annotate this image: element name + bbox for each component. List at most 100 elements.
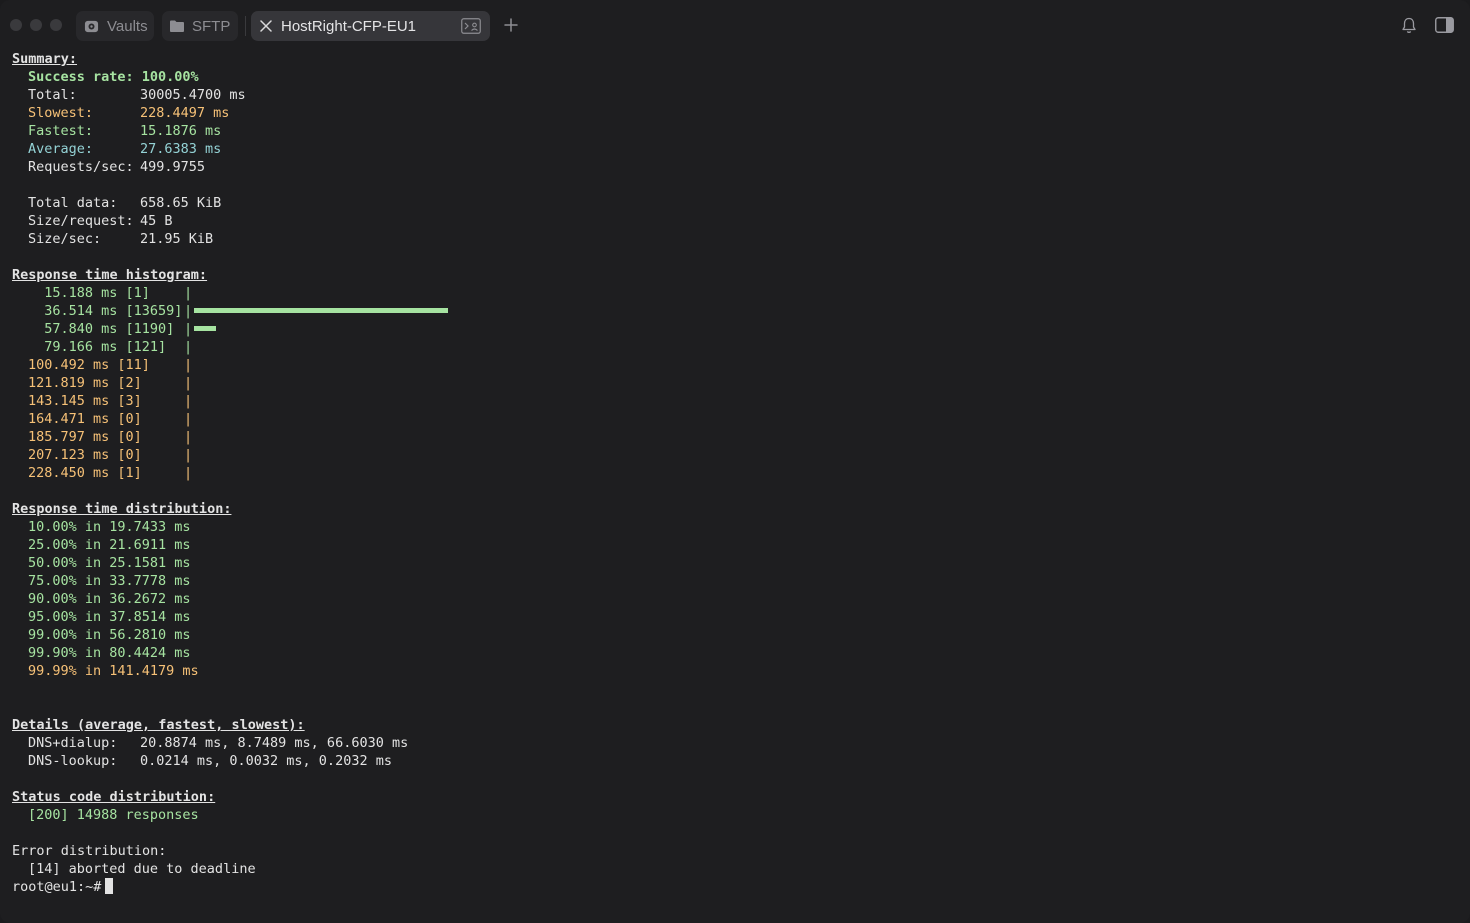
new-tab-plus-icon[interactable] (502, 16, 520, 34)
details-dns-dialup: DNS+dialup: 20.8874 ms, 8.7489 ms, 66.603… (12, 734, 1458, 752)
summary-fastest-label: Fastest: (28, 123, 94, 139)
summary-size-request-value: 45 B (140, 213, 173, 229)
summary-average: Average: 27.6383 ms (12, 140, 1458, 158)
details-dns-lookup-label: DNS-lookup: (28, 753, 118, 769)
histogram-row: 228.450 ms [1] | (12, 464, 1458, 482)
summary-rps-value: 499.9755 (140, 159, 206, 175)
histogram-row: 121.819 ms [2] | (12, 374, 1458, 392)
distribution-row: 50.00% in 25.1581 ms (28, 555, 191, 571)
histogram-bar (194, 325, 217, 331)
details-heading: Details (average, fastest, slowest): (12, 717, 305, 733)
zoom-window-button[interactable] (50, 19, 62, 31)
close-window-button[interactable] (10, 19, 22, 31)
tab-divider (245, 16, 246, 36)
summary-rps: Requests/sec: 499.9755 (12, 158, 1458, 176)
summary-rps-label: Requests/sec: (28, 159, 134, 175)
vault-icon (84, 20, 99, 32)
histogram-axis-tick: | (184, 393, 193, 409)
histogram-bar (194, 307, 449, 313)
bell-icon[interactable] (1401, 17, 1417, 34)
status-heading: Status code distribution: (12, 789, 216, 805)
tab-sftp-label: SFTP (192, 17, 231, 35)
histogram-axis-tick: | (184, 357, 193, 373)
histogram-row: 207.123 ms [0] | (12, 446, 1458, 464)
summary-size-sec-value: 21.95 KiB (140, 231, 214, 247)
histogram-row-label: 100.492 ms [11] (28, 357, 183, 373)
histogram-axis-tick: | (184, 303, 193, 319)
prompt-text: root@eu1:~# (12, 879, 102, 895)
histogram-row: 79.166 ms [121] | (12, 338, 1458, 356)
summary-average-label: Average: (28, 141, 94, 157)
histogram-row: 15.188 ms [1] | (12, 284, 1458, 302)
histogram: 15.188 ms [1] | 36.514 ms [13659] | 57.8… (12, 284, 1458, 482)
folder-icon (170, 20, 184, 32)
tab-hostright-cfp-eu1[interactable]: HostRight-CFP-EU1 (251, 11, 490, 41)
distribution-heading: Response time distribution: (12, 501, 232, 517)
distribution-row: 75.00% in 33.7778 ms (28, 573, 191, 589)
terminal-window: Vaults SFTP HostRight-CFP-EU1 Summary: S… (0, 0, 1470, 923)
text-cursor (105, 877, 114, 894)
histogram-row: 164.471 ms [0] | (12, 410, 1458, 428)
summary-total: Total: 30005.4700 ms (12, 86, 1458, 104)
terminal-output[interactable]: Summary: Success rate: 100.00% Total: 300… (12, 50, 1458, 923)
details-dns-lookup: DNS-lookup: 0.0214 ms, 0.0032 ms, 0.2032 … (12, 752, 1458, 770)
histogram-axis-tick: | (184, 339, 193, 355)
histogram-row-label: 57.840 ms [1190] (28, 321, 191, 337)
distribution-list: 10.00% in 19.7433 ms 25.00% in 21.6911 ms… (12, 518, 1458, 680)
details-dns-dialup-label: DNS+dialup: (28, 735, 118, 751)
error-row: [14] aborted due to deadline (28, 861, 256, 877)
tab-host-label: HostRight-CFP-EU1 (281, 17, 417, 35)
histogram-axis-tick: | (184, 465, 193, 481)
histogram-axis-tick: | (184, 321, 193, 337)
summary-fastest-value: 15.1876 ms (140, 123, 222, 139)
summary-heading: Summary: (12, 51, 78, 67)
sidebar-toggle-icon[interactable] (1435, 17, 1454, 33)
distribution-row: 99.99% in 141.4179 ms (28, 663, 199, 679)
histogram-row-label: 164.471 ms [0] (28, 411, 183, 427)
distribution-row: 10.00% in 19.7433 ms (28, 519, 191, 535)
summary-slowest: Slowest: 228.4497 ms (12, 104, 1458, 122)
tab-vaults[interactable]: Vaults (76, 11, 154, 41)
summary-total-label: Total: (28, 87, 77, 103)
terminal-icon (461, 18, 481, 34)
shell-prompt[interactable]: root@eu1:~# (12, 877, 1458, 896)
histogram-axis-tick: | (184, 375, 193, 391)
summary-size-sec-label: Size/sec: (28, 231, 102, 247)
summary-average-value: 27.6383 ms (140, 141, 222, 157)
minimize-window-button[interactable] (30, 19, 42, 31)
summary-slowest-label: Slowest: (28, 105, 94, 121)
summary-total-data-label: Total data: (28, 195, 118, 211)
histogram-row-label: 36.514 ms [13659] (28, 303, 191, 319)
distribution-row: 99.00% in 56.2810 ms (28, 627, 191, 643)
details-dns-dialup-value: 20.8874 ms, 8.7489 ms, 66.6030 ms (140, 735, 409, 751)
histogram-row-label: 79.166 ms [121] (28, 339, 191, 355)
tab-vaults-label: Vaults (107, 17, 148, 35)
distribution-row: 99.90% in 80.4424 ms (28, 645, 191, 661)
status-row: [200] 14988 responses (28, 807, 199, 823)
tab-sftp[interactable]: SFTP (162, 11, 238, 41)
histogram-row-label: 228.450 ms [1] (28, 465, 183, 481)
histogram-row-label: 207.123 ms [0] (28, 447, 183, 463)
histogram-axis-tick: | (184, 285, 193, 301)
summary-fastest: Fastest: 15.1876 ms (12, 122, 1458, 140)
close-icon[interactable] (260, 20, 272, 32)
summary-slowest-value: 228.4497 ms (140, 105, 230, 121)
histogram-row-label: 185.797 ms [0] (28, 429, 183, 445)
summary-total-data-value: 658.65 KiB (140, 195, 222, 211)
histogram-axis-tick: | (184, 447, 193, 463)
histogram-row: 143.145 ms [3] | (12, 392, 1458, 410)
distribution-row: 25.00% in 21.6911 ms (28, 537, 191, 553)
details-dns-lookup-value: 0.0214 ms, 0.0032 ms, 0.2032 ms (140, 753, 392, 769)
histogram-axis-tick: | (184, 429, 193, 445)
histogram-row: 36.514 ms [13659] | (12, 302, 1458, 320)
summary-size-sec: Size/sec: 21.95 KiB (12, 230, 1458, 248)
histogram-row-label: 121.819 ms [2] (28, 375, 183, 391)
histogram-row: 185.797 ms [0] | (12, 428, 1458, 446)
histogram-row-label: 143.145 ms [3] (28, 393, 183, 409)
histogram-heading: Response time histogram: (12, 267, 208, 283)
